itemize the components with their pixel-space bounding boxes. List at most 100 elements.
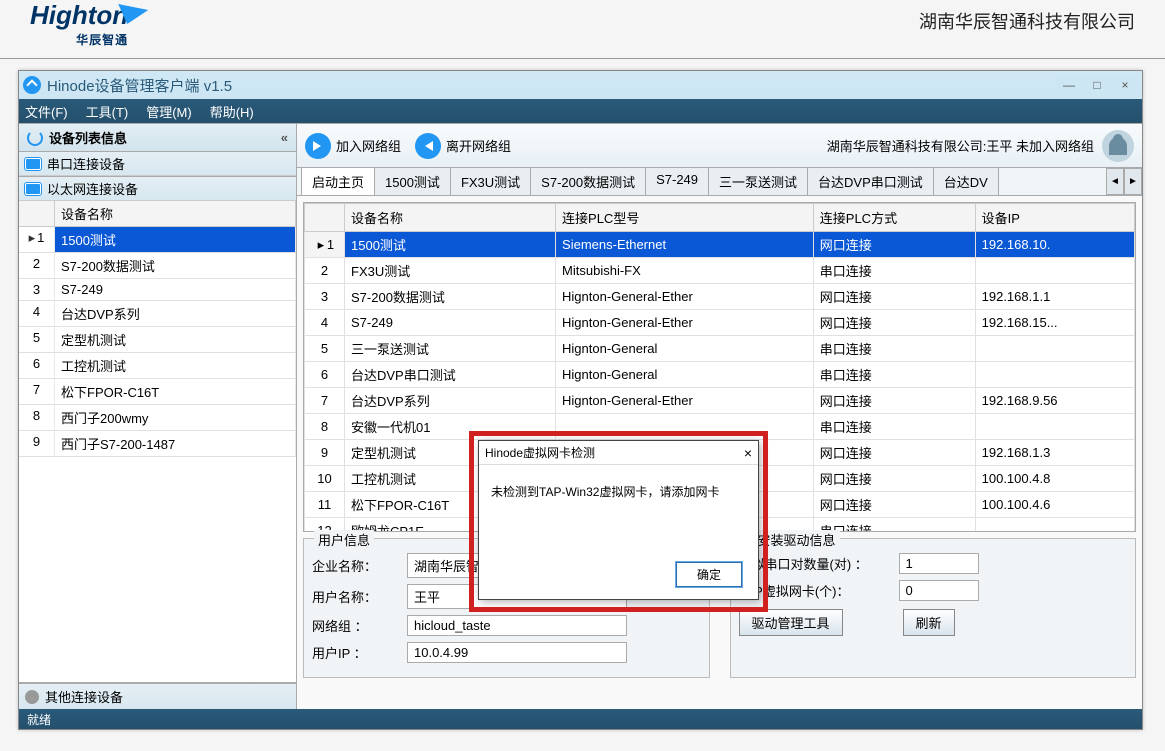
- tab[interactable]: 启动主页: [301, 168, 375, 195]
- logo: Highton 华辰智通: [30, 0, 128, 48]
- cell-no: 4: [305, 310, 345, 336]
- cell-no: 6: [305, 362, 345, 388]
- row-name: 定型机测试: [55, 327, 296, 352]
- titlebar: Hinode设备管理客户端 v1.5 — □ ×: [19, 71, 1142, 99]
- company-label: 企业名称：: [312, 556, 407, 575]
- cell-name: 台达DVP系列: [345, 388, 556, 414]
- sidebar-row[interactable]: 8西门子200wmy: [19, 405, 296, 431]
- cell-ip: [975, 336, 1134, 362]
- row-name: 1500测试: [55, 227, 296, 252]
- main-column: 加入网络组 离开网络组 湖南华辰智通科技有限公司:王平 未加入网络组 启动主页1…: [297, 124, 1142, 709]
- menu-file[interactable]: 文件(F): [25, 102, 68, 121]
- sidebar-other-section[interactable]: 其他连接设备: [19, 683, 296, 709]
- userip-label: 用户IP ：: [312, 643, 407, 662]
- vsp-field: 1: [899, 553, 979, 574]
- menu-help[interactable]: 帮助(H): [210, 102, 254, 121]
- cell-mode: 网口连接: [813, 440, 975, 466]
- th-name: 设备名称: [345, 204, 556, 232]
- tab[interactable]: S7-200数据测试: [530, 168, 646, 195]
- sidebar-empty: [19, 457, 296, 682]
- logo-main: Highton: [30, 0, 128, 30]
- tab[interactable]: 台达DV: [933, 168, 999, 195]
- th-num: [305, 204, 345, 232]
- th-mode: 连接PLC方式: [813, 204, 975, 232]
- tab[interactable]: 三一泵送测试: [708, 168, 808, 195]
- sidebar-row[interactable]: 7松下FPOR-C16T: [19, 379, 296, 405]
- tab[interactable]: 1500测试: [374, 168, 451, 195]
- toolbar: 加入网络组 离开网络组 湖南华辰智通科技有限公司:王平 未加入网络组: [297, 124, 1142, 168]
- minimize-button[interactable]: —: [1056, 76, 1082, 94]
- table-row[interactable]: 7台达DVP系列Hignton-General-Ether网口连接192.168…: [305, 388, 1135, 414]
- tab[interactable]: 台达DVP串口测试: [807, 168, 934, 195]
- cell-no: 5: [305, 336, 345, 362]
- row-no: 2: [19, 253, 55, 278]
- cell-mode: 网口连接: [813, 310, 975, 336]
- app-body: 设备列表信息 « 串口连接设备 以太网连接设备 设备名称: [19, 123, 1142, 709]
- tab-scroll-left[interactable]: ◄: [1106, 168, 1124, 195]
- close-button[interactable]: ×: [1112, 76, 1138, 94]
- user-info-title: 用户信息: [314, 530, 374, 549]
- refresh-button[interactable]: 刷新: [903, 609, 955, 636]
- sidebar-row[interactable]: 3S7-249: [19, 279, 296, 301]
- userip-field: 10.0.4.99: [407, 642, 627, 663]
- ethernet-label: 以太网连接设备: [47, 179, 138, 198]
- document-header: Highton 华辰智通 湖南华辰智通科技有限公司: [0, 0, 1165, 59]
- avatar[interactable]: [1102, 130, 1134, 162]
- cell-ip: 192.168.1.1: [975, 284, 1134, 310]
- menu-manage[interactable]: 管理(M): [146, 102, 192, 121]
- refresh-icon[interactable]: [27, 130, 43, 146]
- cell-ip: [975, 362, 1134, 388]
- table-row[interactable]: 2FX3U测试Mitsubishi-FX串口连接: [305, 258, 1135, 284]
- join-label: 加入网络组: [336, 136, 401, 155]
- sidebar-row[interactable]: 2S7-200数据测试: [19, 253, 296, 279]
- logo-sub: 华辰智通: [30, 31, 128, 48]
- menu-tools[interactable]: 工具(T): [86, 102, 129, 121]
- table-row[interactable]: 3S7-200数据测试Hignton-General-Ether网口连接192.…: [305, 284, 1135, 310]
- sidebar-row[interactable]: 6工控机测试: [19, 353, 296, 379]
- other-label: 其他连接设备: [45, 687, 123, 706]
- sidebar-row[interactable]: 4台达DVP系列: [19, 301, 296, 327]
- serial-label: 串口连接设备: [47, 154, 125, 173]
- row-no: 5: [19, 327, 55, 352]
- leave-network-button[interactable]: 离开网络组: [415, 133, 511, 159]
- row-name: 松下FPOR-C16T: [55, 379, 296, 404]
- join-network-button[interactable]: 加入网络组: [305, 133, 401, 159]
- cell-no: 11: [305, 492, 345, 518]
- row-name: 工控机测试: [55, 353, 296, 378]
- collapse-button[interactable]: «: [281, 130, 288, 145]
- sidebar-ethernet-section: 以太网连接设备 设备名称 11500测试2S7-200数据测试3S7-2494台…: [19, 177, 296, 683]
- sidebar-title: 设备列表信息: [49, 128, 127, 147]
- cell-no: 9: [305, 440, 345, 466]
- cell-name: 三一泵送测试: [345, 336, 556, 362]
- sidebar-ethernet-title[interactable]: 以太网连接设备: [19, 177, 296, 201]
- col-num: [19, 201, 55, 226]
- sidebar-serial-title[interactable]: 串口连接设备: [19, 152, 296, 176]
- dialog-close-button[interactable]: ×: [744, 445, 752, 461]
- tab-scroll-right[interactable]: ►: [1124, 168, 1142, 195]
- maximize-button[interactable]: □: [1084, 76, 1110, 94]
- cell-name: FX3U测试: [345, 258, 556, 284]
- highlight-box: Hinode虚拟网卡检测 × 未检测到TAP-Win32虚拟网卡，请添加网卡 确…: [472, 434, 765, 609]
- table-row[interactable]: 4S7-249Hignton-General-Ether网口连接192.168.…: [305, 310, 1135, 336]
- sidebar-list-header: 设备名称: [19, 201, 296, 227]
- dialog-ok-button[interactable]: 确定: [676, 562, 742, 587]
- cell-mode: 网口连接: [813, 388, 975, 414]
- sidebar-row[interactable]: 11500测试: [19, 227, 296, 253]
- cell-model: Hignton-General: [556, 362, 814, 388]
- sidebar-row[interactable]: 5定型机测试: [19, 327, 296, 353]
- sidebar-row[interactable]: 9西门子S7-200-1487: [19, 431, 296, 457]
- table-row[interactable]: 11500测试Siemens-Ethernet网口连接192.168.10.: [305, 232, 1135, 258]
- row-name: 西门子S7-200-1487: [55, 431, 296, 456]
- row-name: 台达DVP系列: [55, 301, 296, 326]
- table-row[interactable]: 5三一泵送测试Hignton-General串口连接: [305, 336, 1135, 362]
- table-row[interactable]: 6台达DVP串口测试Hignton-General串口连接: [305, 362, 1135, 388]
- other-icon: [25, 690, 39, 704]
- tab[interactable]: S7-249: [645, 168, 709, 195]
- tab[interactable]: FX3U测试: [450, 168, 531, 195]
- sidebar-serial-section: 串口连接设备: [19, 152, 296, 177]
- driver-manager-button[interactable]: 驱动管理工具: [739, 609, 843, 636]
- sidebar-device-list: 设备名称 11500测试2S7-200数据测试3S7-2494台达DVP系列5定…: [19, 201, 296, 457]
- row-no: 8: [19, 405, 55, 430]
- tap-field: 0: [899, 580, 979, 601]
- row-name: S7-200数据测试: [55, 253, 296, 278]
